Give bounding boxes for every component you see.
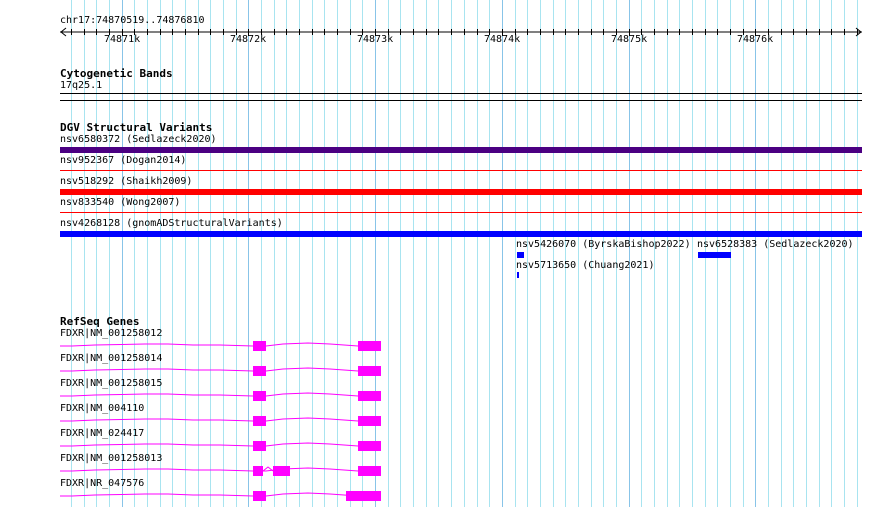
gene-model[interactable]: [0, 0, 890, 507]
exon: [346, 491, 381, 501]
exon: [253, 491, 266, 501]
genome-browser-view: chr17:74870519..74876810 74871k 74872k 748…: [0, 0, 890, 507]
